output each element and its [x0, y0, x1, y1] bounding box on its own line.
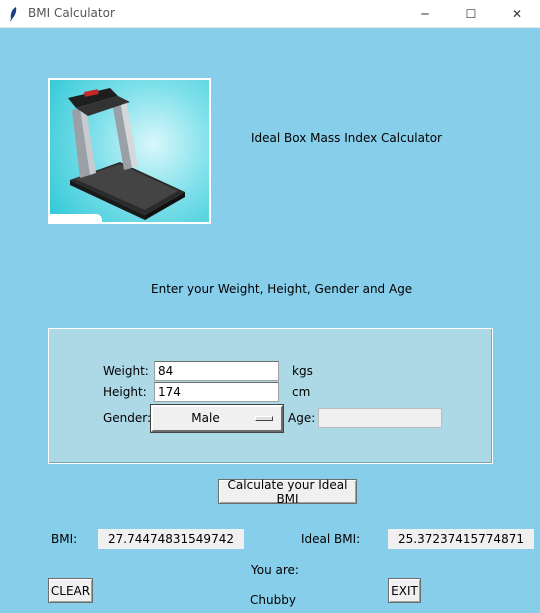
title-bar: BMI Calculator ─ ☐ ✕ — [0, 0, 540, 28]
app-heading: Ideal Box Mass Index Calculator — [251, 131, 442, 145]
treadmill-illustration — [68, 88, 185, 220]
height-unit: cm — [292, 385, 311, 399]
ideal-bmi-value: 25.37237415774871 — [388, 529, 534, 549]
calculate-button[interactable]: Calculate your Ideal BMI — [218, 478, 357, 506]
close-icon: ✕ — [511, 7, 523, 21]
gender-select[interactable]: Male — [150, 404, 284, 433]
bmi-category: Chubby — [250, 593, 296, 607]
age-input[interactable] — [318, 408, 442, 428]
ideal-bmi-label: Ideal BMI: — [301, 532, 361, 546]
option-indicator-icon — [255, 416, 273, 421]
gender-label: Gender: — [103, 411, 152, 425]
height-input[interactable] — [154, 382, 279, 402]
minimize-button[interactable]: ─ — [402, 0, 448, 28]
gender-value: Male — [191, 411, 220, 425]
minimize-icon: ─ — [421, 7, 429, 21]
maximize-button[interactable]: ☐ — [448, 0, 494, 28]
exit-button[interactable]: EXIT — [388, 578, 421, 603]
clear-button[interactable]: CLEAR — [48, 578, 93, 603]
maximize-icon: ☐ — [465, 7, 477, 21]
weight-label: Weight: — [103, 364, 149, 378]
image-corner — [50, 214, 102, 222]
bmi-value: 27.74474831549742 — [98, 529, 244, 549]
treadmill-image — [48, 78, 211, 224]
weight-input[interactable] — [154, 361, 279, 381]
you-are-label: You are: — [251, 563, 299, 577]
close-button[interactable]: ✕ — [494, 0, 540, 28]
feather-icon — [10, 7, 17, 21]
height-label: Height: — [103, 385, 147, 399]
bmi-label: BMI: — [51, 532, 78, 546]
window-title: BMI Calculator — [28, 6, 115, 20]
age-label: Age: — [288, 411, 316, 425]
instruction-text: Enter your Weight, Height, Gender and Ag… — [151, 282, 413, 296]
weight-unit: kgs — [292, 364, 313, 378]
